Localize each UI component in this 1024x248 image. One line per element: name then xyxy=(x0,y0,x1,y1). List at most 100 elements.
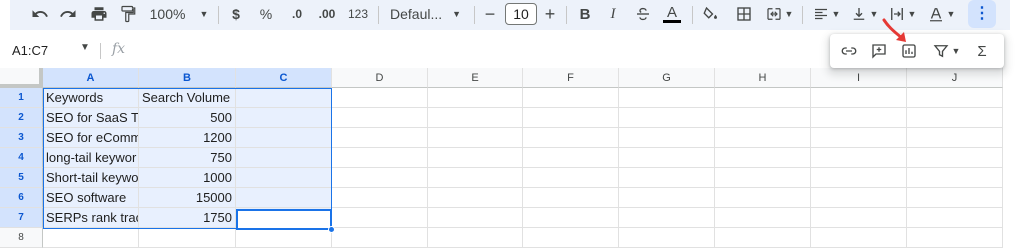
cell-g4[interactable] xyxy=(619,148,715,168)
row-header[interactable]: 6 xyxy=(0,188,43,208)
percent-format-button[interactable]: % xyxy=(256,3,276,25)
cell-d3[interactable] xyxy=(332,128,428,148)
cell-b2[interactable]: 500 xyxy=(139,108,236,128)
cell-c3[interactable] xyxy=(236,128,332,148)
column-header-i[interactable]: I xyxy=(811,68,907,88)
cell-e1[interactable] xyxy=(428,88,523,108)
paint-format-button[interactable] xyxy=(118,3,138,25)
cell-a5[interactable]: Short-tail keywor xyxy=(43,168,139,188)
cell-d4[interactable] xyxy=(332,148,428,168)
name-box[interactable]: A1:C7 xyxy=(12,43,48,58)
column-header-j[interactable]: J xyxy=(907,68,1003,88)
functions-button[interactable]: Σ xyxy=(972,41,992,61)
cell-d6[interactable] xyxy=(332,188,428,208)
cell-b3[interactable]: 1200 xyxy=(139,128,236,148)
select-all-corner[interactable] xyxy=(0,68,43,88)
borders-button[interactable] xyxy=(734,3,754,25)
cell-e3[interactable] xyxy=(428,128,523,148)
row-header[interactable]: 3 xyxy=(0,128,43,148)
currency-format-button[interactable]: $ xyxy=(228,3,244,25)
cell-h5[interactable] xyxy=(715,168,811,188)
cell-b4[interactable]: 750 xyxy=(139,148,236,168)
cell-c4[interactable] xyxy=(236,148,332,168)
cell-a7[interactable]: SERPs rank trac xyxy=(43,208,139,228)
more-formats-button[interactable]: 123 xyxy=(346,3,370,25)
print-button[interactable] xyxy=(88,3,110,25)
fill-color-button[interactable] xyxy=(700,3,722,25)
zoom-select[interactable]: 100% ▼ xyxy=(148,3,210,25)
cell-j2[interactable] xyxy=(907,108,1003,128)
column-header-d[interactable]: D xyxy=(332,68,428,88)
cell-g3[interactable] xyxy=(619,128,715,148)
cell-h7[interactable] xyxy=(715,208,811,228)
cell-i6[interactable] xyxy=(811,188,907,208)
cell-g8[interactable] xyxy=(619,228,715,248)
cell-j7[interactable] xyxy=(907,208,1003,228)
column-header-a[interactable]: A xyxy=(43,68,139,88)
font-family-select[interactable]: Defaul... ▼ xyxy=(390,3,466,25)
fill-handle[interactable] xyxy=(328,226,335,233)
cell-e6[interactable] xyxy=(428,188,523,208)
cell-g5[interactable] xyxy=(619,168,715,188)
cell-j6[interactable] xyxy=(907,188,1003,208)
cell-f1[interactable] xyxy=(523,88,619,108)
cell-i4[interactable] xyxy=(811,148,907,168)
decrease-font-size-button[interactable]: − xyxy=(482,3,498,25)
row-header[interactable]: 5 xyxy=(0,168,43,188)
undo-button[interactable] xyxy=(30,3,50,25)
cell-g6[interactable] xyxy=(619,188,715,208)
insert-link-button[interactable] xyxy=(838,41,860,61)
column-header-h[interactable]: H xyxy=(715,68,811,88)
row-header[interactable]: 7 xyxy=(0,208,43,228)
cell-f6[interactable] xyxy=(523,188,619,208)
cell-i3[interactable] xyxy=(811,128,907,148)
cell-a6[interactable]: SEO software xyxy=(43,188,139,208)
italic-button[interactable]: I xyxy=(606,3,620,25)
cell-f8[interactable] xyxy=(523,228,619,248)
cell-h2[interactable] xyxy=(715,108,811,128)
cell-f5[interactable] xyxy=(523,168,619,188)
row-header[interactable]: 1 xyxy=(0,88,43,108)
cell-c1[interactable] xyxy=(236,88,332,108)
more-options-button[interactable]: ⋮ xyxy=(968,0,996,28)
cell-h3[interactable] xyxy=(715,128,811,148)
cell-g1[interactable] xyxy=(619,88,715,108)
cell-i5[interactable] xyxy=(811,168,907,188)
cell-i2[interactable] xyxy=(811,108,907,128)
decrease-decimal-button[interactable]: .0 xyxy=(286,3,308,25)
column-header-c[interactable]: C xyxy=(236,68,332,88)
column-header-g[interactable]: G xyxy=(619,68,715,88)
strikethrough-button[interactable] xyxy=(634,3,652,25)
cell-b7[interactable]: 1750 xyxy=(139,208,236,228)
cell-e4[interactable] xyxy=(428,148,523,168)
row-header[interactable]: 4 xyxy=(0,148,43,168)
bold-button[interactable]: B xyxy=(578,3,592,25)
cell-j1[interactable] xyxy=(907,88,1003,108)
column-header-b[interactable]: B xyxy=(139,68,236,88)
merge-cells-button[interactable]: ▼ xyxy=(764,3,794,25)
cell-d5[interactable] xyxy=(332,168,428,188)
cell-f3[interactable] xyxy=(523,128,619,148)
column-header-f[interactable]: F xyxy=(523,68,619,88)
cell-e8[interactable] xyxy=(428,228,523,248)
cell-e7[interactable] xyxy=(428,208,523,228)
increase-font-size-button[interactable]: + xyxy=(542,3,558,25)
cell-f4[interactable] xyxy=(523,148,619,168)
create-filter-button[interactable]: ▼ xyxy=(928,41,964,61)
row-header[interactable]: 2 xyxy=(0,108,43,128)
text-rotation-button[interactable]: ▼ xyxy=(924,3,958,25)
increase-decimal-button[interactable]: .00 xyxy=(314,3,340,25)
chevron-down-icon[interactable]: ▼ xyxy=(80,42,90,53)
cell-a4[interactable]: long-tail keywor xyxy=(43,148,139,168)
cell-d8[interactable] xyxy=(332,228,428,248)
redo-button[interactable] xyxy=(58,3,78,25)
cell-h6[interactable] xyxy=(715,188,811,208)
cell-d2[interactable] xyxy=(332,108,428,128)
cell-g2[interactable] xyxy=(619,108,715,128)
cell-a2[interactable]: SEO for SaaS Te xyxy=(43,108,139,128)
cell-e2[interactable] xyxy=(428,108,523,128)
cell-j4[interactable] xyxy=(907,148,1003,168)
cell-b5[interactable]: 1000 xyxy=(139,168,236,188)
spreadsheet-grid[interactable]: A B C D E F G H I J 1 Keywords Search Volume 2 SEO for… xyxy=(0,68,1024,248)
horizontal-align-button[interactable]: ▼ xyxy=(810,3,842,25)
